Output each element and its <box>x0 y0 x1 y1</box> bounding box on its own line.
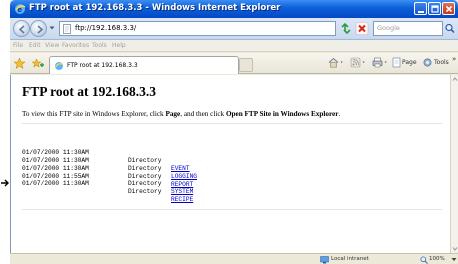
scroll-up-icon[interactable] <box>451 75 458 84</box>
forward-button[interactable] <box>30 20 47 37</box>
ie-logo-icon: e <box>15 4 26 14</box>
tab-label: FTP root at 192.168.3.3 <box>67 62 138 69</box>
page-content: FTP root at 192.168.3.3 To view this FTP… <box>10 75 450 253</box>
instructions-page: Page <box>165 110 181 118</box>
address-row: ftp://192.168.3.3/ Google <box>10 18 458 40</box>
maximize-icon <box>431 5 439 13</box>
address-input[interactable]: ftp://192.168.3.3/ <box>75 24 136 32</box>
tools-menu-button[interactable]: Tools <box>434 59 449 66</box>
add-favorite-icon[interactable] <box>31 57 44 70</box>
instructions-open-ftp: Open FTP Site in Windows Explorer <box>225 110 339 118</box>
menu-file[interactable]: File <box>13 42 23 49</box>
menu-tools[interactable]: Tools <box>92 42 107 49</box>
pointer-arrow-icon <box>1 179 9 187</box>
divider <box>22 209 442 210</box>
page-title: FTP root at 192.168.3.3 <box>22 84 156 99</box>
maximize-button[interactable] <box>428 2 441 15</box>
close-button[interactable] <box>442 2 455 15</box>
list-item: 01/07/2000 11:30AM Directory EVENT <box>22 141 190 172</box>
directory-link-event[interactable]: EVENT <box>171 165 190 173</box>
security-zone-label: Local intranet <box>331 256 369 262</box>
print-dropdown-icon[interactable] <box>384 57 390 68</box>
directory-listing: 01/07/2000 11:30AM Directory EVENT 01/07… <box>22 141 197 203</box>
close-icon <box>445 5 453 13</box>
minimize-icon <box>418 11 424 13</box>
instructions-end: . <box>338 110 341 118</box>
favorites-star-icon[interactable] <box>13 57 26 70</box>
menu-help[interactable]: Help <box>112 42 126 49</box>
item-type: Directory <box>128 188 162 196</box>
browser-window: e FTP root at 192.168.3.3 - Windows Inte… <box>10 0 458 264</box>
print-icon[interactable] <box>372 57 383 68</box>
item-type: Directory <box>128 156 162 164</box>
window-title: FTP root at 192.168.3.3 - Windows Intern… <box>29 3 281 13</box>
item-datetime: 01/07/2000 11:30AM <box>22 180 89 188</box>
home-icon[interactable] <box>328 57 339 68</box>
search-icon[interactable] <box>444 21 456 36</box>
directory-link-report[interactable]: REPORT <box>171 181 193 189</box>
search-input[interactable]: Google <box>377 24 400 32</box>
directory-link-recipe[interactable]: RECIPE <box>171 196 193 204</box>
divider <box>22 123 442 124</box>
status-bar: Local intranet 100% <box>10 253 458 264</box>
stop-icon[interactable] <box>355 21 369 36</box>
address-bar[interactable]: ftp://192.168.3.3/ <box>59 21 383 36</box>
directory-link-logging[interactable]: LOGGING <box>171 173 197 181</box>
list-item: 01/07/2000 11:30AM Directory REPORT <box>22 157 193 188</box>
search-field[interactable]: Google <box>373 21 443 36</box>
svg-text:e: e <box>17 6 22 14</box>
item-type: Directory <box>128 180 162 188</box>
tools-menu-icon[interactable] <box>422 57 433 68</box>
instructions-part1: To view this FTP site in Windows Explore… <box>22 110 166 118</box>
tab-ftp-root[interactable]: FTP root at 192.168.3.3 <box>49 56 239 74</box>
vertical-scrollbar[interactable] <box>450 75 458 253</box>
recent-pages-dropdown-icon[interactable] <box>49 25 55 31</box>
minimize-button[interactable] <box>414 2 427 15</box>
home-dropdown-icon[interactable] <box>340 57 346 68</box>
item-type: Directory <box>128 172 162 180</box>
back-button[interactable] <box>13 20 30 37</box>
list-item: 01/07/2000 11:30AM Directory LOGGING <box>22 149 197 180</box>
zoom-level[interactable]: 100% <box>429 256 445 262</box>
more-commands-button[interactable]: » <box>452 55 456 63</box>
menu-view[interactable]: View <box>45 42 59 49</box>
new-tab-button[interactable] <box>239 58 253 72</box>
menu-edit[interactable]: Edit <box>29 42 41 49</box>
feeds-dropdown-icon[interactable] <box>362 57 368 68</box>
list-item: 01/07/2000 11:30AM Directory RECIPE <box>22 173 193 203</box>
menu-favorites[interactable]: Favorites <box>62 42 89 49</box>
page-menu-button[interactable]: Page <box>402 59 417 66</box>
directory-link-system[interactable]: SYSTEM <box>171 188 193 196</box>
refresh-icon[interactable] <box>339 21 353 36</box>
list-item: 01/07/2000 11:55AM Directory SYSTEM <box>22 165 193 196</box>
instructions-text: To view this FTP site in Windows Explore… <box>22 110 340 118</box>
scroll-down-icon[interactable] <box>451 244 458 253</box>
back-arrow-icon <box>18 25 25 34</box>
item-type: Directory <box>128 164 162 172</box>
ie-page-icon <box>54 62 64 70</box>
forward-arrow-icon <box>37 25 44 34</box>
feeds-icon[interactable] <box>350 57 361 68</box>
menu-bar: File Edit View Favorites Tools Help <box>10 40 458 52</box>
page-icon <box>63 24 71 34</box>
page-menu-icon[interactable] <box>391 57 402 68</box>
title-bar[interactable]: e FTP root at 192.168.3.3 - Windows Inte… <box>10 0 458 18</box>
zoom-dropdown-icon[interactable] <box>451 257 457 262</box>
instructions-part2: , and then click <box>180 110 226 118</box>
zoom-icon[interactable] <box>420 256 428 264</box>
tab-bar: FTP root at 192.168.3.3 Page Tools » <box>10 53 458 74</box>
intranet-zone-icon <box>320 256 329 264</box>
